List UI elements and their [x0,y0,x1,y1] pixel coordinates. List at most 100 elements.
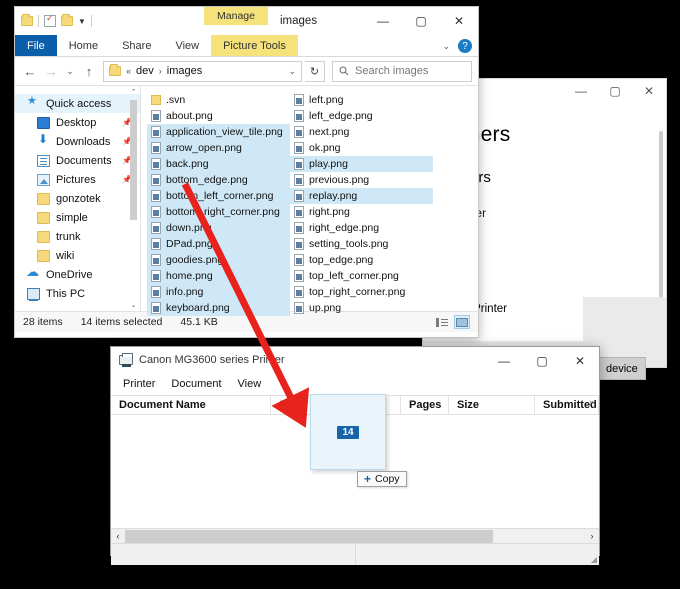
file-list-item[interactable]: home.png [147,268,290,284]
sidebar-item-documents[interactable]: Documents 📌 [15,151,140,170]
file-list-item[interactable]: setting_tools.png [290,236,433,252]
tab-file[interactable]: File [15,35,57,56]
breadcrumb-dropdown-icon[interactable]: ⌄ [288,66,296,77]
folder-icon[interactable] [21,14,33,26]
settings-scrollbar[interactable] [659,131,663,311]
forward-button[interactable]: → [42,61,60,81]
file-list-item[interactable]: top_left_corner.png [290,268,433,284]
file-list-item[interactable]: play.png [290,156,433,172]
tab-picture-tools[interactable]: Picture Tools [211,35,298,56]
file-list-item[interactable]: bottom_left_corner.png [147,188,290,204]
column-header[interactable]: Document Name [111,395,271,415]
quick-access-toolbar[interactable]: ▼ [15,13,92,27]
printer-maximize-button[interactable]: ▢ [523,347,561,375]
file-list-item[interactable]: about.png [147,108,290,124]
sidebar-item-trunk[interactable]: trunk [15,227,140,246]
breadcrumb[interactable]: « dev › images ⌄ [103,60,302,82]
menu-printer[interactable]: Printer [123,378,155,390]
file-list-item[interactable]: previous.png [290,172,433,188]
file-list-item[interactable]: DPad.png [147,236,290,252]
nav-scroll-thumb[interactable] [130,100,137,220]
file-list-item[interactable]: right_edge.png [290,220,433,236]
explorer-close-button[interactable]: ✕ [440,7,478,35]
customize-dropdown-icon[interactable]: ▼ [78,17,86,26]
view-mode-buttons[interactable] [434,315,470,329]
back-button[interactable]: ← [21,61,39,81]
tab-home[interactable]: Home [57,35,110,56]
file-list-item[interactable]: goodies.png [147,252,290,268]
breadcrumb-overflow-icon[interactable]: « [126,66,131,76]
printer-menubar[interactable]: Printer Document View [111,373,599,395]
file-explorer-window[interactable]: ▼ Manage images — ▢ ✕ File Home Share Vi… [14,6,479,338]
new-folder-icon[interactable] [61,14,73,26]
file-list-item[interactable]: ok.png [290,140,433,156]
scroll-track[interactable] [125,529,585,543]
search-input[interactable]: Search images [355,65,428,77]
file-list-item[interactable]: right.png [290,204,433,220]
file-list-item[interactable]: bottom_edge.png [147,172,290,188]
sidebar-item-quick-access[interactable]: Quick access [15,94,140,113]
scroll-right-icon[interactable]: › [585,531,599,541]
nav-scroll-up-icon[interactable]: ⌃ [129,88,138,96]
sidebar-item-downloads[interactable]: Downloads📌 [15,132,140,151]
sidebar-item-this-pc[interactable]: This PC [15,284,140,303]
nav-scroll-down-icon[interactable]: ⌄ [129,301,138,309]
file-list-item[interactable]: down.png [147,220,290,236]
up-button[interactable]: ↑ [80,61,98,81]
ribbon-right-controls[interactable]: ⌄ ? [442,35,472,57]
tab-share[interactable]: Share [110,35,163,56]
printer-close-button[interactable]: ✕ [561,347,599,375]
file-list-item[interactable]: next.png [290,124,433,140]
breadcrumb-item-dev[interactable]: dev [136,65,154,77]
large-icons-view-icon[interactable] [454,315,470,329]
settings-close-button[interactable]: ✕ [632,79,666,103]
ribbon-tab-strip[interactable]: File Home Share View Picture Tools ⌄ ? [15,35,478,57]
settings-minimize-button[interactable]: — [564,79,598,103]
menu-document[interactable]: Document [171,378,221,390]
sidebar-item-onedrive[interactable]: OneDrive [15,264,140,284]
resize-grip-icon[interactable]: ◢ [591,555,597,564]
sidebar-item-pictures[interactable]: Pictures 📌 [15,170,140,189]
chevron-down-icon[interactable]: ⌄ [442,41,450,52]
refresh-button[interactable]: ↻ [305,60,325,82]
menu-view[interactable]: View [238,378,262,390]
properties-icon[interactable] [44,13,56,27]
column-options-icon[interactable]: ⌄ [588,396,595,405]
file-list-view[interactable]: .svn about.png application_view_tile.png ar… [140,86,478,316]
file-list-item[interactable]: .svn [147,92,290,108]
search-box[interactable]: Search images [332,60,472,82]
file-column-2[interactable]: left.png left_edge.png next.png ok.png play.… [290,92,433,314]
explorer-minimize-button[interactable]: — [364,7,402,35]
column-header[interactable]: Size [449,395,535,415]
file-list-item[interactable]: left_edge.png [290,108,433,124]
navigation-pane[interactable]: Quick access Desktop📌Downloads📌Documents📌… [15,86,140,311]
file-list-item[interactable]: keyboard.png [147,300,290,316]
printer-horizontal-scrollbar[interactable]: ‹ › [111,528,599,543]
file-column-1[interactable]: .svn about.png application_view_tile.png ar… [147,92,290,316]
printer-minimize-button[interactable]: — [485,347,523,375]
file-list-item[interactable]: up.png [290,300,433,316]
scroll-left-icon[interactable]: ‹ [111,531,125,541]
sidebar-item-wiki[interactable]: wiki [15,246,140,265]
printer-window-controls[interactable]: — ▢ ✕ [485,347,599,375]
file-list-item[interactable]: top_right_corner.png [290,284,433,300]
column-header[interactable]: Pages [401,395,449,415]
explorer-maximize-button[interactable]: ▢ [402,7,440,35]
sidebar-item-simple[interactable]: simple [15,208,140,227]
recent-locations-button[interactable]: ⌄ [63,61,77,81]
settings-maximize-button[interactable]: ▢ [598,79,632,103]
sidebar-item-desktop[interactable]: Desktop 📌 [15,113,140,132]
breadcrumb-item-images[interactable]: images [167,65,202,77]
file-list-item[interactable]: arrow_open.png [147,140,290,156]
file-list-item[interactable]: application_view_tile.png [147,124,290,140]
details-view-icon[interactable] [434,315,450,329]
address-bar[interactable]: ← → ⌄ ↑ « dev › images ⌄ ↻ Search images [15,57,478,85]
file-list-item[interactable]: bottom_right_corner.png [147,204,290,220]
file-list-item[interactable]: info.png [147,284,290,300]
tab-view[interactable]: View [163,35,211,56]
help-icon[interactable]: ? [458,39,472,53]
nav-scrollbar[interactable]: ⌃ ⌄ [129,88,138,309]
explorer-window-controls[interactable]: — ▢ ✕ [364,7,478,35]
sidebar-item-gonzotek[interactable]: gonzotek [15,189,140,208]
scroll-thumb[interactable] [125,529,493,543]
